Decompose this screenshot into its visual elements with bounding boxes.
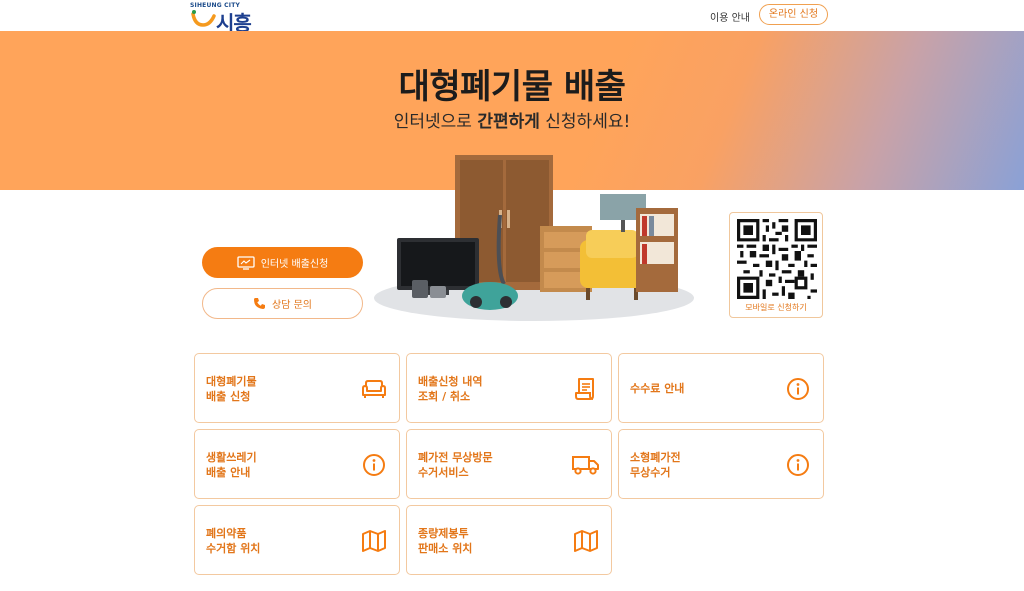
sofa-icon [360, 376, 388, 402]
card-label: 대형폐기물 배출 신청 [206, 375, 257, 403]
card-fee-guide[interactable]: 수수료 안내 [618, 353, 824, 423]
hero-subtitle: 인터넷으로 간편하게 신청하세요! [393, 112, 631, 132]
info-icon [784, 376, 812, 402]
consult-button[interactable]: 상담 문의 [202, 288, 363, 319]
qr-code-box[interactable]: 모바일로 신청하기 [729, 212, 823, 318]
nav-online-apply-button[interactable]: 온라인 신청 [759, 4, 828, 25]
internet-apply-button[interactable]: 인터넷 배출신청 [202, 247, 363, 278]
top-bar: SIHEUNG CITY 시흥 이용 안내 온라인 신청 [0, 0, 1024, 35]
logo-smile-icon [191, 10, 216, 27]
card-label: 생활쓰레기 배출 안내 [206, 451, 257, 479]
hero-title: 대형폐기물 배출 [398, 67, 626, 107]
monitor-icon [237, 255, 255, 270]
siheung-logo[interactable]: SIHEUNG CITY 시흥 [190, 2, 256, 35]
card-bag-shop-location[interactable]: 종량제봉투 판매소 위치 [406, 505, 612, 575]
card-label: 배출신청 내역 조회 / 취소 [418, 375, 483, 403]
card-household-waste-guide[interactable]: 생활쓰레기 배출 안내 [194, 429, 400, 499]
qr-label: 모바일로 신청하기 [745, 303, 807, 312]
furniture-illustration [372, 150, 694, 322]
map-icon [360, 528, 388, 554]
card-label: 폐가전 무상방문 수거서비스 [418, 451, 493, 479]
card-label: 수수료 안내 [630, 382, 685, 395]
phone-icon [253, 297, 266, 310]
truck-icon [572, 452, 600, 478]
card-large-waste-apply[interactable]: 대형폐기물 배출 신청 [194, 353, 400, 423]
qr-code-icon [737, 219, 817, 299]
card-label: 폐의약품 수거함 위치 [206, 527, 261, 555]
info-icon [360, 452, 388, 478]
card-small-appliance-pickup[interactable]: 소형폐가전 무상수거 [618, 429, 824, 499]
internet-apply-label: 인터넷 배출신청 [260, 259, 329, 270]
card-appliance-pickup-service[interactable]: 폐가전 무상방문 수거서비스 [406, 429, 612, 499]
card-label: 종량제봉투 판매소 위치 [418, 527, 473, 555]
consult-label: 상담 문의 [272, 300, 312, 311]
map-icon [572, 528, 600, 554]
card-apply-history[interactable]: 배출신청 내역 조회 / 취소 [406, 353, 612, 423]
info-icon [784, 452, 812, 478]
nav-guide-link[interactable]: 이용 안내 [710, 9, 750, 24]
card-medicine-bin-location[interactable]: 폐의약품 수거함 위치 [194, 505, 400, 575]
card-label: 소형폐가전 무상수거 [630, 451, 681, 479]
document-icon [572, 376, 600, 402]
